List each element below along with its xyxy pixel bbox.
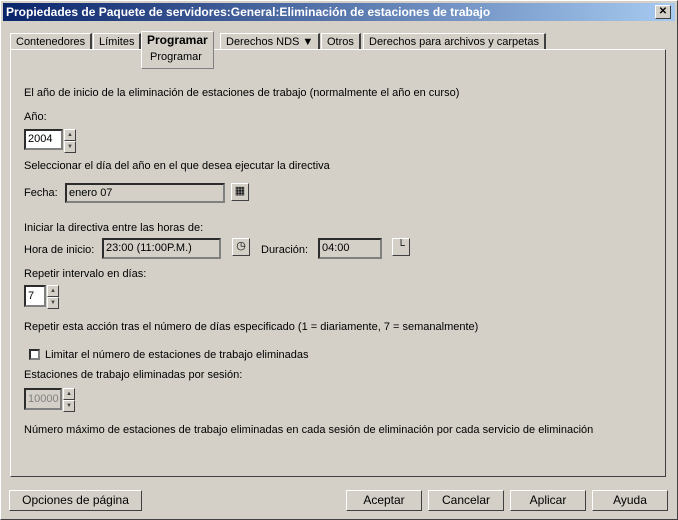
spin-down-icon[interactable]: ▼ [63, 400, 75, 412]
start-time-button[interactable]: ◷ [232, 238, 250, 256]
hours-text: Iniciar la directiva entre las horas de: [24, 222, 204, 234]
repeat-description: Repetir esta acción tras el número de dí… [24, 321, 479, 333]
intro-text: El año de inicio de la eliminación de es… [24, 87, 460, 99]
tab-programar[interactable]: Programar Programar [141, 31, 214, 69]
clock-icon: └ [397, 240, 405, 252]
tab-contenedores[interactable]: Contenedores [10, 33, 93, 50]
page-options-button[interactable]: Opciones de página [9, 490, 142, 511]
close-button[interactable]: ✕ [655, 5, 671, 19]
subtab-programar[interactable]: Programar [150, 49, 202, 65]
spin-up-icon[interactable]: ▲ [63, 388, 75, 400]
help-button[interactable]: Ayuda [592, 490, 668, 511]
per-session-label: Estaciones de trabajo eliminadas por ses… [24, 369, 243, 381]
spin-down-icon[interactable]: ▼ [47, 297, 59, 309]
duration-field[interactable]: 04:00 [318, 238, 382, 259]
tab-otros[interactable]: Otros [321, 33, 361, 50]
calendar-icon: ▦ [234, 185, 246, 197]
repeat-input[interactable]: 7 [24, 285, 46, 307]
tab-panel [10, 49, 666, 477]
calendar-button[interactable]: ▦ [231, 183, 249, 201]
day-text: Seleccionar el día del año en el que des… [24, 160, 330, 172]
year-spinner[interactable]: ▲ ▼ [64, 129, 76, 153]
limit-checkbox[interactable] [29, 349, 40, 360]
per-session-spinner[interactable]: ▲ ▼ [63, 388, 75, 412]
date-label: Fecha: [24, 187, 58, 199]
spin-down-icon[interactable]: ▼ [64, 141, 76, 153]
tab-limites[interactable]: Límites [93, 33, 142, 50]
duration-button[interactable]: └ [392, 238, 410, 256]
title-bar: Propiedades de Paquete de servidores:Gen… [3, 3, 675, 21]
window-title: Propiedades de Paquete de servidores:Gen… [6, 5, 491, 19]
start-time-field[interactable]: 23:00 (11:00P.M.) [102, 238, 221, 259]
max-description: Número máximo de estaciones de trabajo e… [24, 424, 594, 436]
accept-button[interactable]: Aceptar [346, 490, 422, 511]
duration-label: Duración: [261, 244, 309, 256]
clock-icon: ◷ [236, 240, 246, 252]
date-field[interactable]: enero 07 [65, 183, 225, 203]
tab-derechos-archivos[interactable]: Derechos para archivos y carpetas [363, 33, 546, 50]
spin-up-icon[interactable]: ▲ [64, 129, 76, 141]
limit-label[interactable]: Limitar el número de estaciones de traba… [45, 349, 309, 361]
tab-derechos-nds[interactable]: Derechos NDS ▼ [220, 33, 321, 50]
cancel-button[interactable]: Cancelar [428, 490, 504, 511]
tab-label: Programar [147, 33, 208, 47]
repeat-spinner[interactable]: ▲ ▼ [47, 285, 59, 309]
spin-up-icon[interactable]: ▲ [47, 285, 59, 297]
start-label: Hora de inicio: [24, 244, 95, 256]
apply-button[interactable]: Aplicar [510, 490, 586, 511]
per-session-input[interactable]: 10000 [24, 388, 62, 410]
year-label: Año: [24, 111, 47, 123]
repeat-label: Repetir intervalo en días: [24, 268, 147, 280]
year-input[interactable]: 2004 [24, 129, 63, 150]
